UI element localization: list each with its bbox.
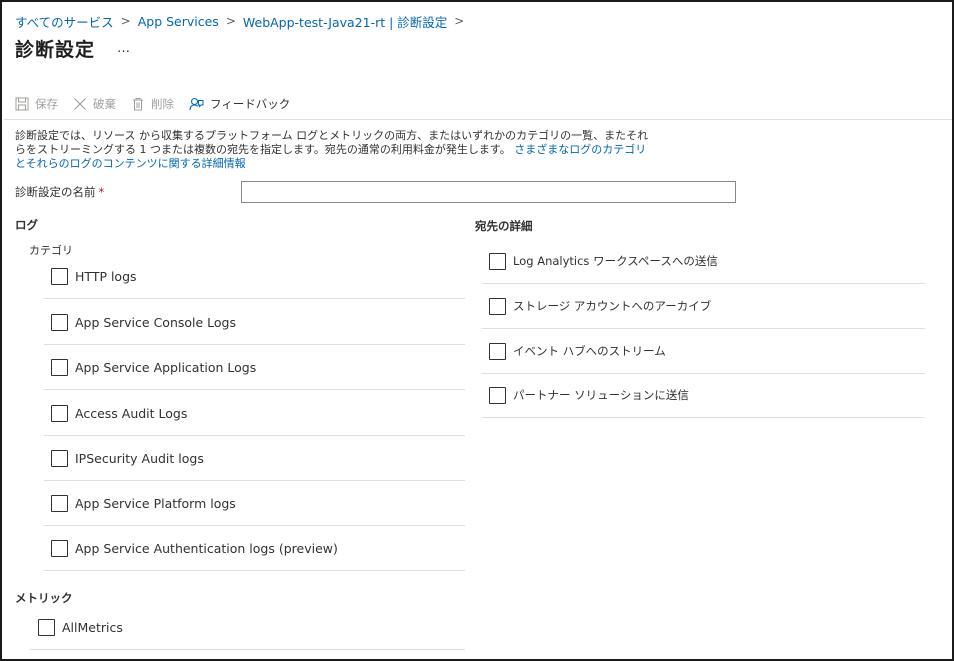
- page-title: 診断設定: [15, 39, 96, 61]
- trash-icon: [133, 98, 143, 111]
- checkbox[interactable]: [51, 539, 68, 557]
- delete-button[interactable]: 削除: [131, 96, 174, 112]
- checkbox[interactable]: [51, 449, 68, 467]
- log-label: IPSecurity Audit logs: [75, 450, 204, 466]
- checkbox[interactable]: [489, 386, 506, 404]
- feedback-label: フィードバック: [210, 97, 291, 111]
- log-row-application[interactable]: App Service Application Logs: [44, 345, 465, 390]
- diagnostic-settings-blade: すべてのサービス > App Services > WebApp-test-Ja…: [0, 0, 954, 661]
- feedback-icon: [189, 97, 204, 111]
- toolbar-divider: [4, 119, 952, 120]
- checkbox[interactable]: [489, 342, 506, 360]
- close-icon: [74, 98, 86, 110]
- more-options-button[interactable]: …: [117, 41, 131, 56]
- setting-name-input[interactable]: [241, 181, 736, 203]
- checkbox[interactable]: [489, 297, 506, 315]
- save-label: 保存: [35, 97, 58, 111]
- log-label: App Service Console Logs: [75, 314, 236, 330]
- log-label: Access Audit Logs: [75, 405, 188, 421]
- feedback-button[interactable]: フィードバック: [189, 96, 290, 112]
- checkbox[interactable]: [51, 358, 68, 376]
- destination-label: Log Analytics ワークスペースへの送信: [513, 254, 718, 268]
- save-icon: [15, 97, 29, 111]
- breadcrumb-all-services[interactable]: すべてのサービス: [15, 12, 114, 31]
- log-row-http[interactable]: HTTP logs: [44, 254, 465, 299]
- log-row-console[interactable]: App Service Console Logs: [44, 300, 465, 345]
- metrics-heading: メトリック: [15, 591, 73, 605]
- discard-button[interactable]: 破棄: [73, 96, 116, 112]
- description: 診断設定では、リソース から収集するプラットフォーム ログとメトリックの両方、ま…: [15, 129, 650, 171]
- checkbox[interactable]: [38, 618, 55, 636]
- chevron-right-icon: >: [120, 14, 131, 28]
- setting-name-label: 診断設定の名前 *: [15, 184, 104, 200]
- log-row-ipsecurity[interactable]: IPSecurity Audit logs: [44, 436, 465, 481]
- save-button[interactable]: 保存: [15, 96, 58, 112]
- checkbox[interactable]: [51, 267, 68, 285]
- checkbox[interactable]: [51, 494, 68, 512]
- required-mark: *: [98, 185, 105, 199]
- checkbox[interactable]: [489, 252, 506, 270]
- checkbox[interactable]: [51, 313, 68, 331]
- destination-row-log-analytics[interactable]: Log Analytics ワークスペースへの送信: [482, 239, 925, 284]
- log-row-authentication[interactable]: App Service Authentication logs (preview…: [44, 526, 465, 571]
- logs-heading: ログ: [15, 218, 38, 232]
- log-label: App Service Application Logs: [75, 359, 257, 375]
- destination-label: イベント ハブへのストリーム: [513, 344, 666, 358]
- destination-label: ストレージ アカウントへのアーカイブ: [513, 299, 712, 313]
- log-label: App Service Platform logs: [75, 495, 236, 511]
- chevron-right-icon: >: [225, 14, 236, 28]
- log-label: App Service Authentication logs (preview…: [75, 540, 338, 556]
- log-label: HTTP logs: [75, 268, 137, 284]
- destination-heading: 宛先の詳細: [475, 219, 533, 233]
- destination-label: パートナー ソリューションに送信: [513, 388, 689, 402]
- breadcrumb: すべてのサービス > App Services > WebApp-test-Ja…: [15, 12, 471, 30]
- delete-label: 削除: [151, 97, 174, 111]
- discard-label: 破棄: [93, 97, 116, 111]
- destination-row-event-hub[interactable]: イベント ハブへのストリーム: [482, 329, 925, 374]
- checkbox[interactable]: [51, 404, 68, 422]
- setting-name-label-text: 診断設定の名前: [15, 185, 96, 199]
- destination-row-partner[interactable]: パートナー ソリューションに送信: [482, 373, 925, 418]
- breadcrumb-webapp[interactable]: WebApp-test-Java21-rt | 診断設定: [243, 12, 447, 31]
- log-row-platform[interactable]: App Service Platform logs: [44, 481, 465, 526]
- log-row-access-audit[interactable]: Access Audit Logs: [44, 391, 465, 436]
- breadcrumb-app-services[interactable]: App Services: [138, 14, 219, 29]
- title-row: 診断設定 …: [15, 35, 131, 62]
- destination-row-storage[interactable]: ストレージ アカウントへのアーカイブ: [482, 284, 925, 329]
- command-bar: 保存 破棄 削除 フィードバック: [15, 93, 305, 115]
- metric-label: AllMetrics: [62, 619, 123, 635]
- chevron-right-icon: >: [454, 14, 465, 28]
- metric-row-allmetrics[interactable]: AllMetrics: [30, 605, 465, 650]
